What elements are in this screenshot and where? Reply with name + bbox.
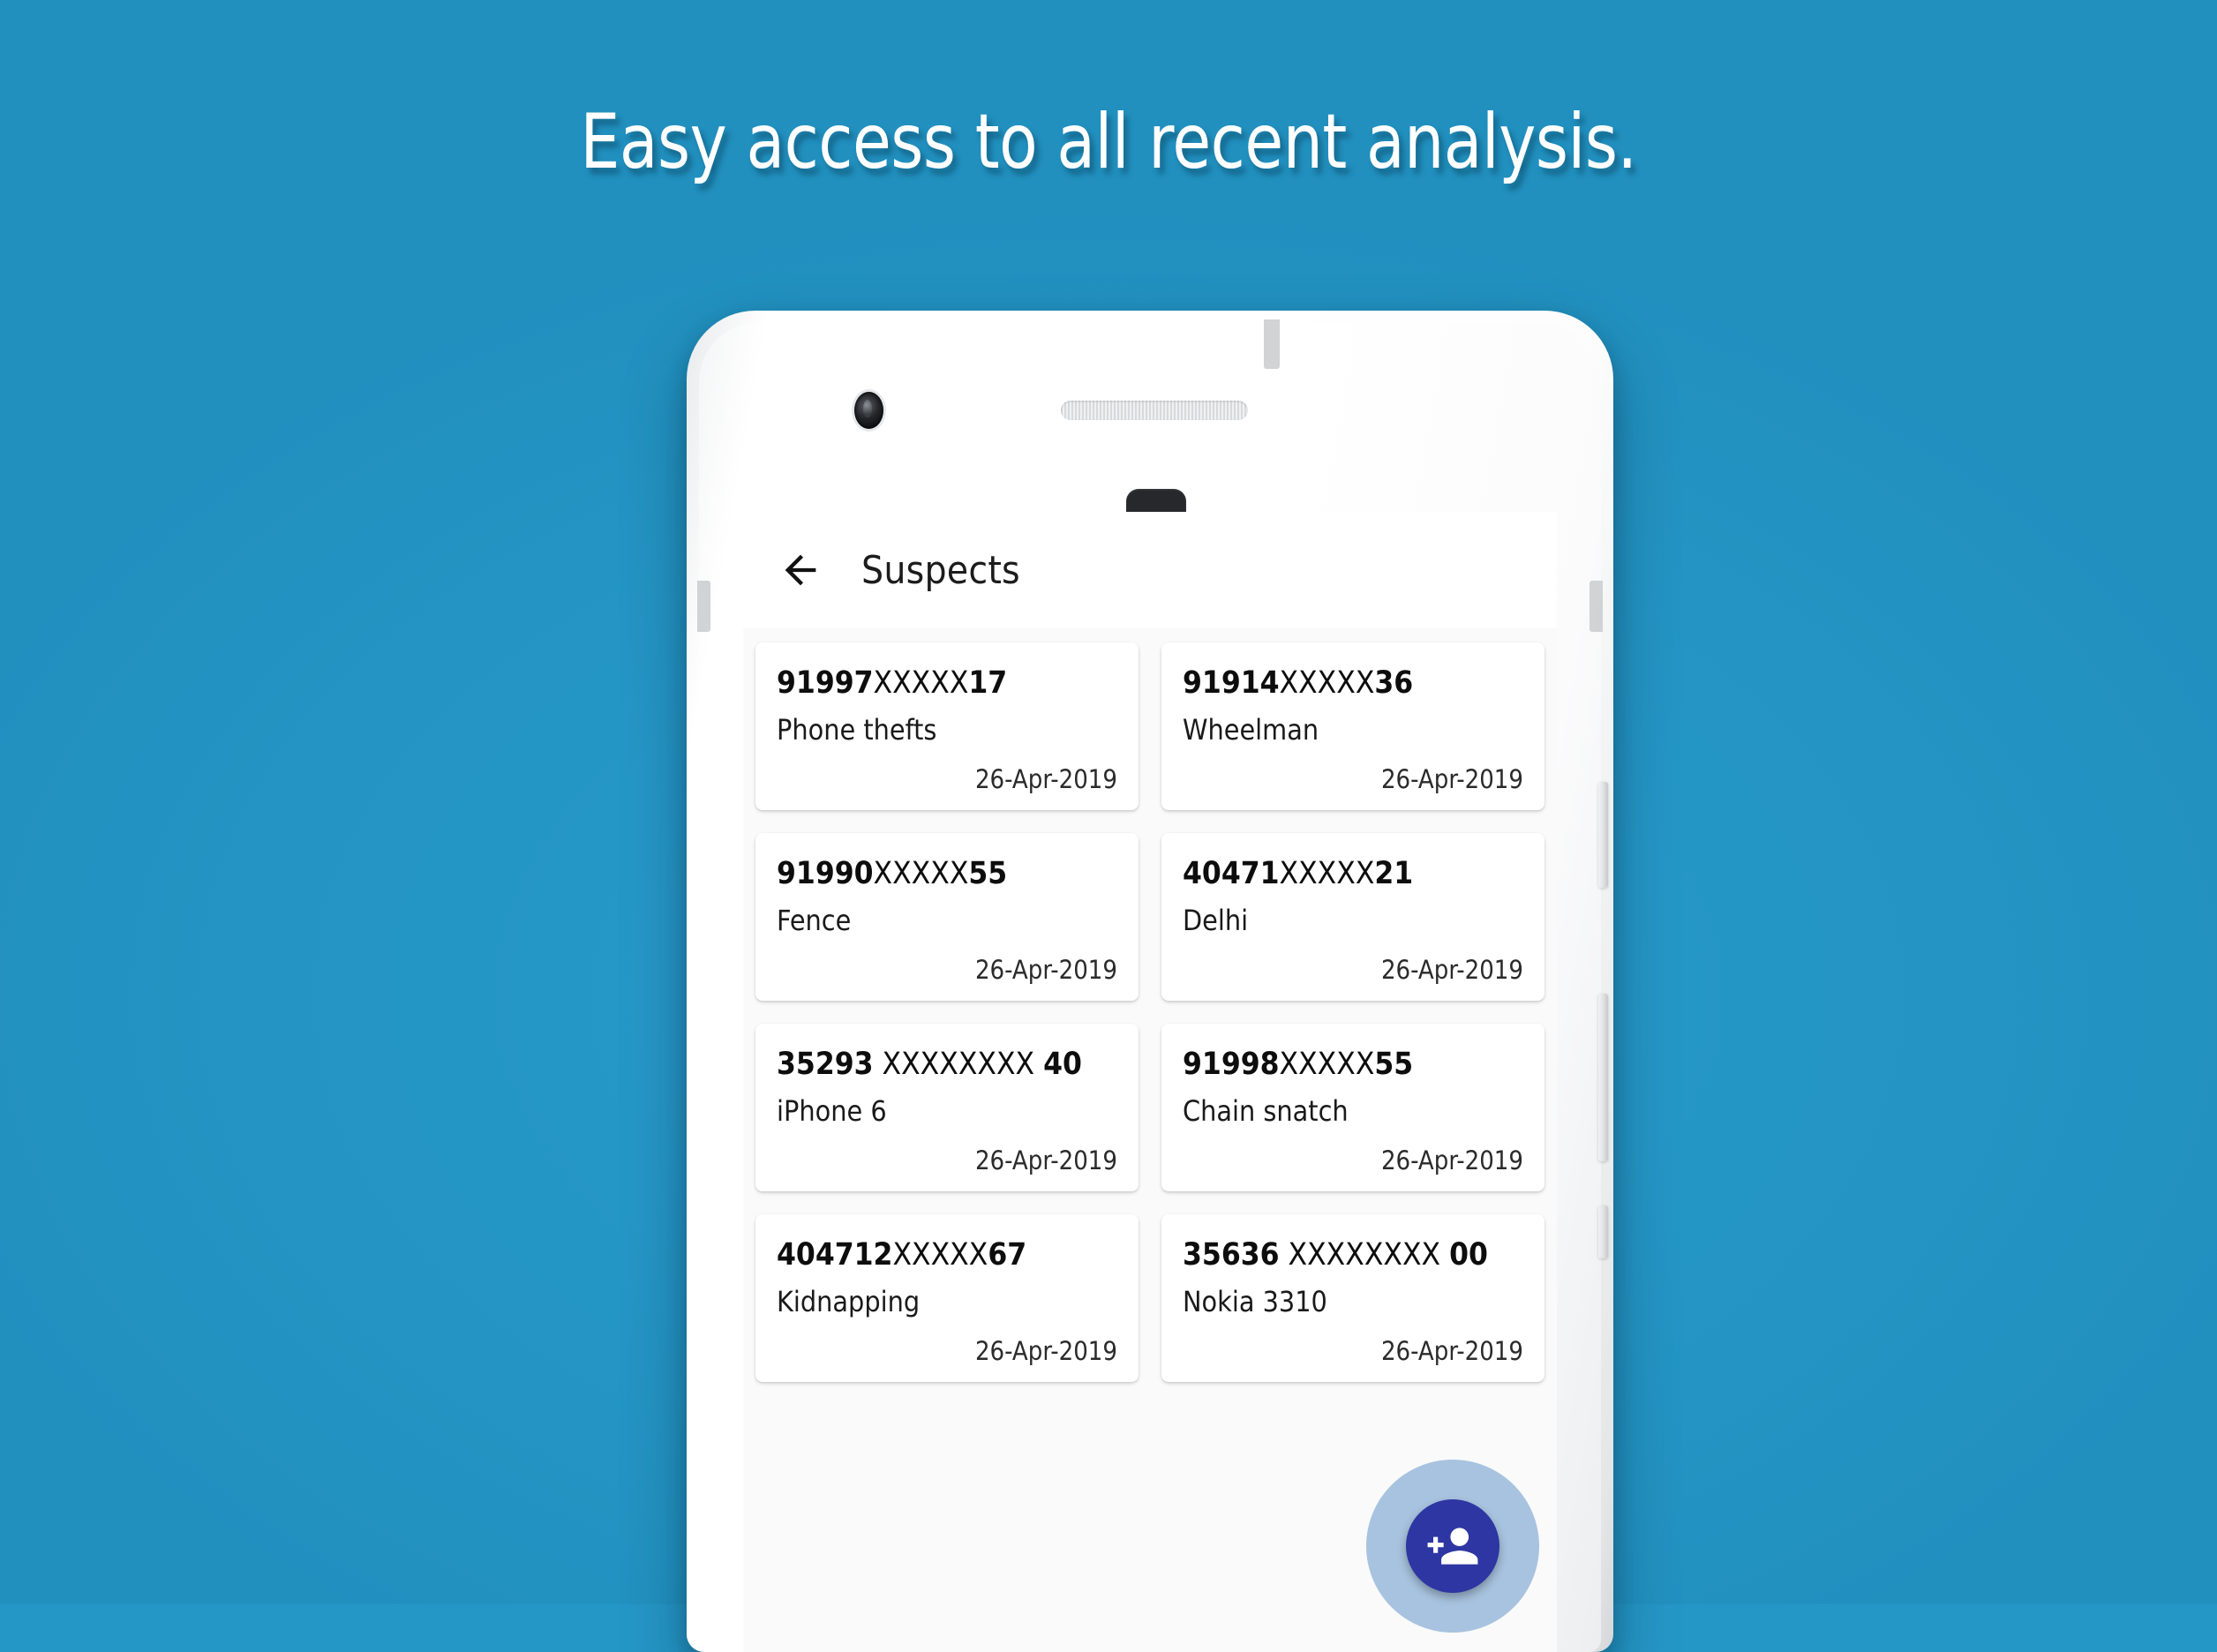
- app-bar: Suspects: [743, 512, 1557, 628]
- antenna-band-left: [697, 581, 710, 632]
- suspect-label: Fence: [777, 904, 852, 937]
- volume-down-button[interactable]: [1598, 1205, 1608, 1258]
- suspect-phone-number: 404712XXXXX67: [777, 1237, 1027, 1273]
- suspect-card[interactable]: 40471XXXXX21 Delhi 26-Apr-2019: [1161, 833, 1544, 1001]
- suspect-phone-number: 35636 XXXXXXXX 00: [1183, 1237, 1488, 1273]
- suspect-date: 26-Apr-2019: [974, 764, 1117, 794]
- suspects-list-container: 91997XXXXX17 Phone thefts 26-Apr-2019 91…: [743, 628, 1557, 1382]
- antenna-band-right: [1589, 581, 1603, 632]
- suspect-label: Nokia 3310: [1183, 1285, 1327, 1318]
- earpiece-speaker-grille: [1061, 401, 1248, 420]
- phone-bezel: Suspects 91997XXXXX17 Phone thefts 26-Ap…: [697, 319, 1608, 1652]
- suspect-label: Chain snatch: [1183, 1094, 1349, 1128]
- volume-rocker-button[interactable]: [1598, 994, 1608, 1161]
- suspect-card[interactable]: 404712XXXXX67 Kidnapping 26-Apr-2019: [755, 1214, 1139, 1382]
- suspect-phone-number: 40471XXXXX21: [1183, 856, 1414, 891]
- suspect-card[interactable]: 91997XXXXX17 Phone thefts 26-Apr-2019: [755, 642, 1139, 810]
- back-button[interactable]: [773, 543, 828, 597]
- suspect-phone-number: 91990XXXXX55: [777, 856, 1008, 891]
- power-button[interactable]: [1598, 782, 1608, 888]
- suspect-phone-number: 91997XXXXX17: [777, 665, 1008, 701]
- suspect-label: iPhone 6: [777, 1094, 887, 1128]
- suspect-card[interactable]: 91914XXXXX36 Wheelman 26-Apr-2019: [1161, 642, 1544, 810]
- arrow-left-icon: [778, 547, 823, 593]
- suspect-label: Kidnapping: [777, 1285, 921, 1318]
- suspect-date: 26-Apr-2019: [974, 1145, 1117, 1175]
- add-suspect-fab[interactable]: [1406, 1499, 1499, 1593]
- suspect-label: Phone thefts: [777, 713, 937, 747]
- front-camera-icon: [854, 392, 883, 429]
- suspect-card[interactable]: 35293 XXXXXXXX 40 iPhone 6 26-Apr-2019: [755, 1024, 1139, 1191]
- suspect-date: 26-Apr-2019: [974, 1336, 1117, 1366]
- suspect-date: 26-Apr-2019: [1380, 955, 1523, 985]
- antenna-band-top: [1264, 319, 1280, 369]
- suspect-phone-number: 91914XXXXX36: [1183, 665, 1414, 701]
- suspect-date: 26-Apr-2019: [1380, 1145, 1523, 1175]
- promo-headline: Easy access to all recent analysis.: [580, 98, 1637, 186]
- phone-screen: Suspects 91997XXXXX17 Phone thefts 26-Ap…: [743, 512, 1557, 1652]
- person-add-icon: [1425, 1519, 1480, 1573]
- suspect-date: 26-Apr-2019: [1380, 1336, 1523, 1366]
- suspect-card[interactable]: 35636 XXXXXXXX 00 Nokia 3310 26-Apr-2019: [1161, 1214, 1544, 1382]
- suspect-label: Delhi: [1183, 904, 1249, 937]
- suspect-date: 26-Apr-2019: [1380, 764, 1523, 794]
- suspects-card-grid: 91997XXXXX17 Phone thefts 26-Apr-2019 91…: [755, 642, 1544, 1382]
- suspect-date: 26-Apr-2019: [974, 955, 1117, 985]
- suspect-card[interactable]: 91998XXXXX55 Chain snatch 26-Apr-2019: [1161, 1024, 1544, 1191]
- page-title: Suspects: [861, 547, 1020, 593]
- suspect-label: Wheelman: [1183, 713, 1319, 747]
- suspect-phone-number: 91998XXXXX55: [1183, 1047, 1414, 1082]
- phone-device-frame: Suspects 91997XXXXX17 Phone thefts 26-Ap…: [687, 311, 1613, 1652]
- suspect-card[interactable]: 91990XXXXX55 Fence 26-Apr-2019: [755, 833, 1139, 1001]
- suspect-phone-number: 35293 XXXXXXXX 40: [777, 1047, 1082, 1082]
- fab-ripple-halo: [1366, 1460, 1539, 1633]
